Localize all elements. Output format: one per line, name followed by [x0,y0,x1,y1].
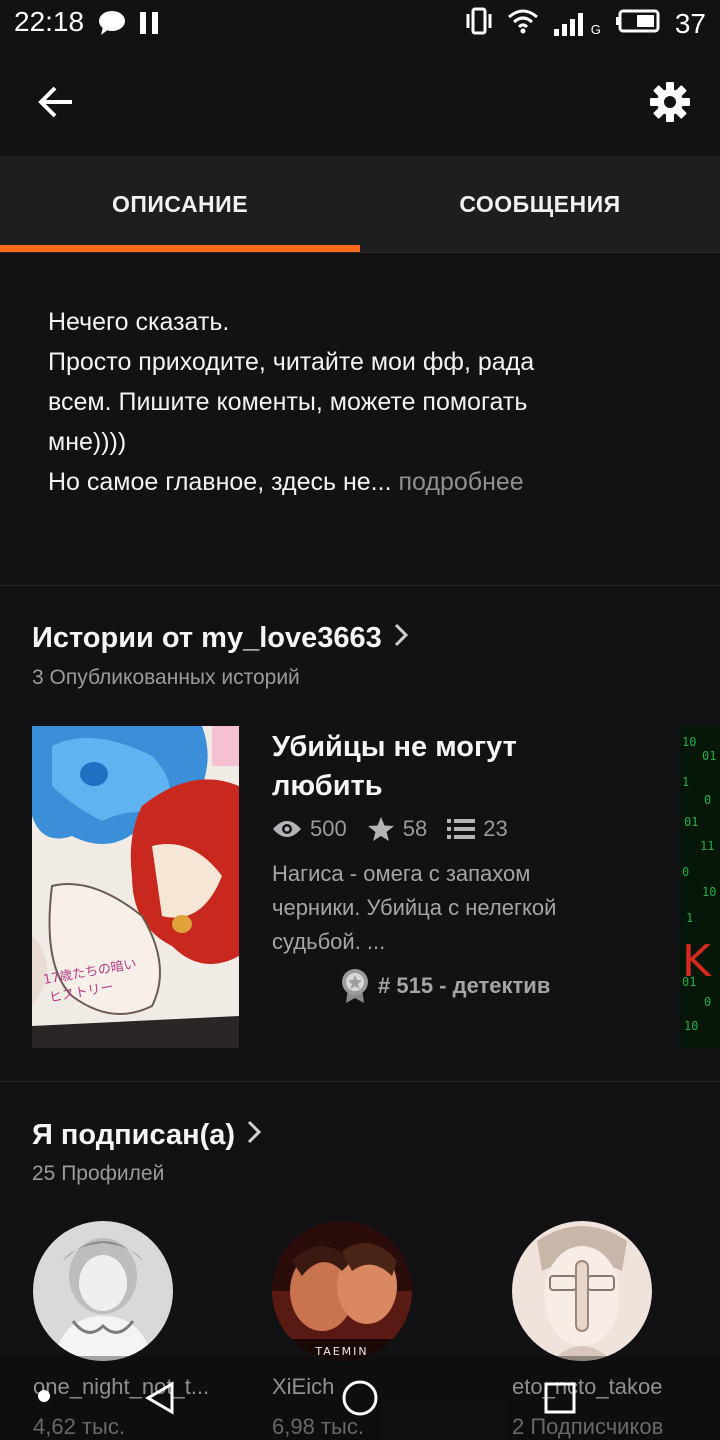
description-line: Нечего сказать. [48,308,230,336]
story-parts: 23 [483,816,508,841]
signal-icon: G [553,11,601,37]
svg-text:10: 10 [684,1019,698,1033]
chevron-right-icon [247,1119,262,1152]
description-line: всем. Пишите коменты, можете помогать [48,388,528,416]
story-title[interactable]: Убийцы не могут любить [272,728,592,806]
story-stats: 500 58 23 [272,816,520,842]
battery-level: 37 [674,7,706,39]
status-time: 22:18 [14,6,85,37]
story-rank-text: # 515 - детектив [378,973,551,998]
avatar[interactable] [33,1221,173,1361]
tab-messages[interactable]: СООБЩЕНИЯ [360,156,720,252]
following-section-title: Я подписан(а) [32,1119,236,1151]
svg-text:1: 1 [686,911,693,925]
svg-text:K: K [682,936,712,987]
svg-text:10: 10 [682,735,696,749]
svg-text:1: 1 [682,775,689,789]
chevron-right-icon [394,622,408,655]
story-votes: 58 [402,816,428,841]
story-rank-badge[interactable]: # 515 - детектив [340,968,550,1004]
profile-description: Нечего сказать. Просто приходите, читайт… [48,302,648,502]
list-icon [447,819,476,839]
tab-description[interactable]: ОПИСАНИЕ [0,156,360,252]
circle-home-icon [342,1380,378,1416]
following-section-header[interactable]: Я подписан(а) [32,1119,262,1152]
avatar[interactable] [512,1221,652,1361]
status-bar: 22:18 G 37 [0,0,720,46]
back-button[interactable] [26,74,86,130]
nav-home-button[interactable] [336,1374,384,1422]
stories-section-title: Истории от my_love3663 [32,622,382,654]
next-story-cover[interactable]: 10 01 10 01 11 0 10 1 01 0 10 K [680,726,720,1048]
network-type: G [590,21,601,37]
nav-back-button[interactable] [136,1374,184,1422]
message-icon [98,10,126,41]
svg-text:01: 01 [702,749,716,763]
svg-text:0: 0 [704,995,711,1009]
following-count: 25 Профилей [32,1162,165,1185]
read-more-link[interactable]: подробнее [392,468,523,496]
description-line: Но самое главное, здесь не... [48,468,392,496]
nav-recents-button[interactable] [536,1374,584,1422]
divider [0,585,720,586]
triangle-back-icon [145,1381,174,1415]
avatar[interactable]: TAEMIN [272,1221,412,1361]
story-reads: 500 [310,816,347,841]
story-cover-image[interactable]: 17歳たちの暗い ヒストリー [32,726,239,1048]
eye-icon [273,821,301,837]
svg-text:11: 11 [700,839,714,853]
app-bar [0,46,720,156]
divider [0,1081,720,1082]
gear-icon [650,82,690,122]
vibrate-icon [465,6,493,41]
description-line: мне)))) [48,428,127,456]
wifi-icon [507,8,539,39]
pause-icon [138,10,160,41]
active-tab-indicator [0,245,360,252]
ribbon-badge-icon [342,969,368,1003]
svg-text:10: 10 [702,885,716,899]
nav-dot-indicator [38,1390,50,1402]
system-nav-bar [0,1356,720,1440]
star-icon [367,817,394,841]
story-description: Нагиса - омега с запахом черники. Убийца… [272,861,557,954]
square-recents-icon [544,1382,576,1414]
battery-icon [615,9,661,38]
description-line: Просто приходите, читайте мои фф, рада [48,348,535,376]
stories-count: 3 Опубликованных историй [32,666,300,689]
profile-tabs: ОПИСАНИЕ СООБЩЕНИЯ [0,156,720,253]
arrow-left-icon [38,86,72,118]
stories-section-header[interactable]: Истории от my_love3663 [32,622,408,655]
svg-text:0: 0 [704,793,711,807]
svg-text:0: 0 [682,865,689,879]
svg-text:01: 01 [684,815,698,829]
settings-button[interactable] [640,74,700,130]
